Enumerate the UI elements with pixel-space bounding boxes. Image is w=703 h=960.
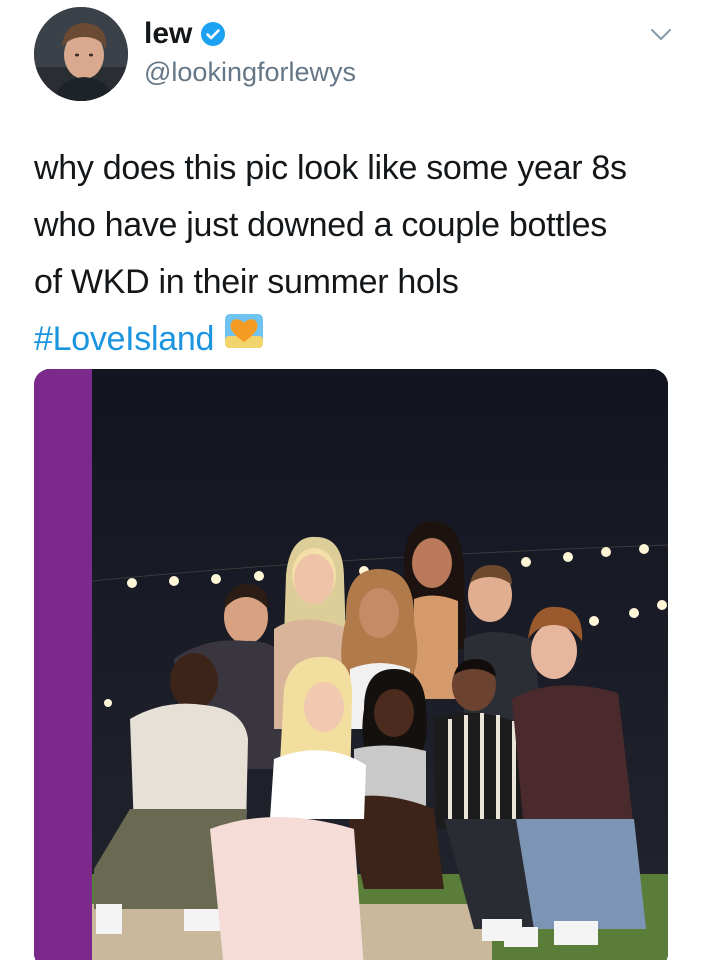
- profile-photo-icon: [34, 7, 128, 101]
- hashtag-line: #LoveIsland: [34, 311, 684, 368]
- hashtag-link[interactable]: #LoveIsland: [34, 320, 214, 358]
- user-handle[interactable]: @lookingforlewys: [144, 56, 356, 88]
- love-island-heart-icon: [223, 311, 265, 349]
- user-name-row: lew: [144, 16, 226, 52]
- group-photo: [34, 369, 668, 960]
- avatar[interactable]: [34, 7, 128, 101]
- tweet-text-line: why does this pic look like some year 8s: [34, 149, 627, 187]
- display-name[interactable]: lew: [144, 16, 192, 52]
- tweet-card: lew @lookingforlewys why does this pic l…: [0, 0, 703, 960]
- chevron-down-icon[interactable]: [650, 28, 672, 42]
- tweet-text-line: who have just downed a couple bottles: [34, 206, 607, 244]
- tweet-text: why does this pic look like some year 8s…: [34, 140, 684, 368]
- verified-badge-icon: [200, 21, 226, 47]
- tweet-text-line: of WKD in their summer hols: [34, 263, 459, 301]
- tweet-media-photo[interactable]: [34, 369, 668, 960]
